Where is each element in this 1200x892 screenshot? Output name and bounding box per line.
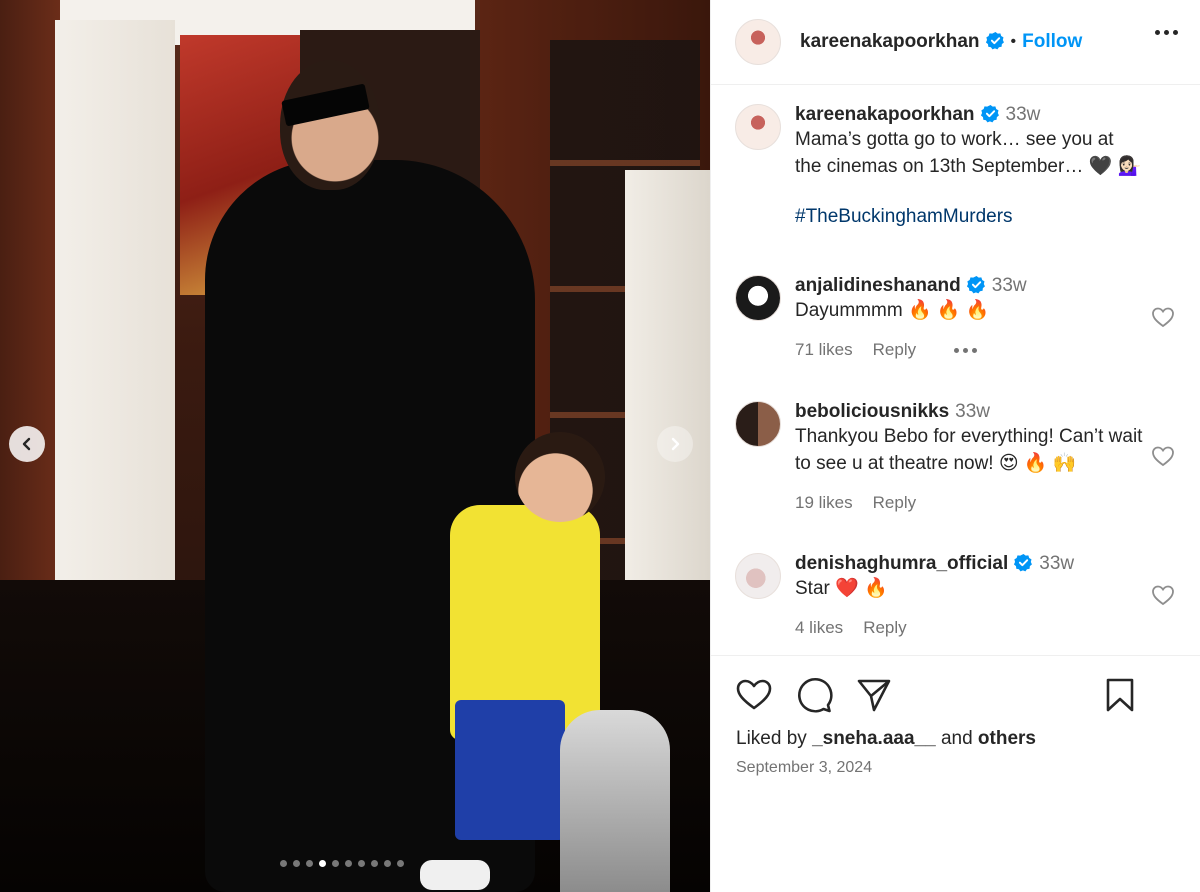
comment-item: anjalidineshanand 33w Dayummmm 🔥 🔥 🔥 71 l… (735, 275, 1175, 360)
comment-time[interactable]: 33w (1039, 553, 1074, 574)
separator-dot: • (1010, 33, 1017, 50)
carousel-dot (358, 860, 365, 867)
carousel-dot (280, 860, 287, 867)
reply-button[interactable]: Reply (873, 493, 916, 513)
heart-icon[interactable] (735, 676, 773, 714)
more-icon (1155, 30, 1160, 35)
caption: kareenakapoorkhan 33w Mama’s gotta go to … (735, 104, 1175, 228)
carousel-dot (345, 860, 352, 867)
comments-list[interactable]: kareenakapoorkhan 33w Mama’s gotta go to … (711, 86, 1200, 656)
more-icon (954, 347, 960, 353)
avatar[interactable] (735, 19, 781, 65)
liked-by-user-link[interactable]: _sneha.aaa__ (812, 728, 936, 749)
liked-by: Liked by _sneha.aaa__ and others (736, 728, 1036, 750)
post-date[interactable]: September 3, 2024 (736, 759, 872, 777)
carousel-dot (371, 860, 378, 867)
avatar[interactable] (735, 401, 781, 447)
comment-likes[interactable]: 71 likes (795, 340, 853, 360)
comment-text: Star ❤️ 🔥 (795, 578, 888, 599)
post-photo (0, 0, 710, 892)
avatar[interactable] (735, 275, 781, 321)
verified-badge-icon (985, 31, 1004, 50)
comment-time[interactable]: 33w (955, 401, 990, 422)
verified-badge-icon (966, 275, 985, 294)
carousel-dot (293, 860, 300, 867)
username-text[interactable]: kareenakapoorkhan (800, 31, 980, 52)
carousel-dot (332, 860, 339, 867)
comment-icon[interactable] (795, 676, 833, 714)
carousel-dot (306, 860, 313, 867)
caption-text: Mama’s gotta go to work… see you at the … (795, 129, 1142, 177)
carousel-indicator (280, 860, 404, 867)
heart-icon[interactable] (1151, 444, 1175, 468)
reply-button[interactable]: Reply (863, 618, 906, 638)
header-username[interactable]: kareenakapoorkhan (800, 31, 1005, 53)
heart-icon[interactable] (1151, 305, 1175, 329)
post-sidebar: kareenakapoorkhan • Follow kareenakapoor… (710, 0, 1200, 892)
post-media[interactable] (0, 0, 710, 892)
carousel-dot (319, 860, 326, 867)
bookmark-icon[interactable] (1101, 676, 1139, 714)
chevron-left-icon (22, 437, 31, 451)
post-header: kareenakapoorkhan • Follow (711, 0, 1200, 85)
comment-options-button[interactable] (954, 347, 978, 353)
caption-time[interactable]: 33w (1006, 104, 1041, 125)
action-bar (735, 676, 1175, 716)
comment-username[interactable]: anjalidineshanand (795, 275, 961, 296)
carousel-dot (384, 860, 391, 867)
comment-text: Dayummmm 🔥 🔥 🔥 (795, 300, 990, 321)
avatar[interactable] (735, 104, 781, 150)
follow-button[interactable]: Follow (1022, 31, 1082, 53)
comment-likes[interactable]: 19 likes (795, 493, 853, 513)
comment-likes[interactable]: 4 likes (795, 618, 843, 638)
heart-icon[interactable] (1151, 583, 1175, 607)
comment-time[interactable]: 33w (992, 275, 1027, 296)
liked-by-others-link[interactable]: others (978, 728, 1036, 749)
more-options-button[interactable] (1155, 30, 1178, 35)
caption-hashtag-link[interactable]: #TheBuckinghamMurders (795, 206, 1145, 228)
comment-item: denishaghumra_official 33w Star ❤️ 🔥 4 li… (735, 553, 1175, 638)
verified-badge-icon (1014, 553, 1033, 572)
comment-item: beboliciousnikks 33w Thankyou Bebo for ev… (735, 401, 1175, 513)
carousel-dot (397, 860, 404, 867)
comment-text: Thankyou Bebo for everything! Can’t wait… (795, 426, 1143, 474)
chevron-right-icon (671, 437, 680, 451)
liked-by-prefix: Liked by (736, 728, 807, 749)
carousel-next-button[interactable] (657, 426, 693, 462)
avatar[interactable] (735, 553, 781, 599)
carousel-prev-button[interactable] (9, 426, 45, 462)
reply-button[interactable]: Reply (873, 340, 916, 360)
comment-username[interactable]: denishaghumra_official (795, 553, 1008, 574)
share-icon[interactable] (855, 676, 893, 714)
comment-username[interactable]: beboliciousnikks (795, 401, 949, 422)
verified-badge-icon (980, 104, 999, 123)
caption-username[interactable]: kareenakapoorkhan (795, 104, 975, 125)
liked-by-joiner: and (940, 728, 973, 749)
